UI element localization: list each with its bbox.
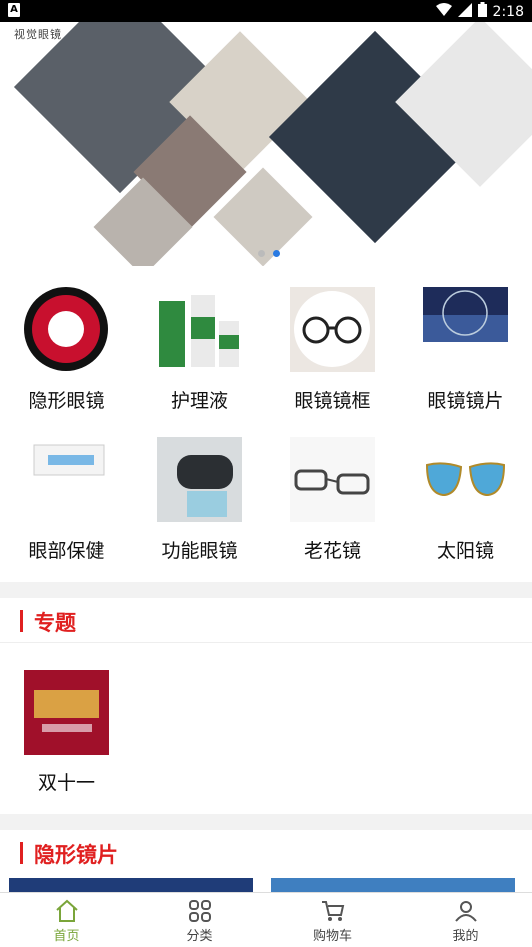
user-icon xyxy=(453,899,479,923)
category-label: 老花镜 xyxy=(303,540,361,562)
banner-pagination xyxy=(258,250,280,257)
wifi-icon xyxy=(435,2,452,21)
product-card-right[interactable] xyxy=(271,878,515,892)
battery-icon xyxy=(477,2,487,21)
category-glasses-frame[interactable]: 眼镜镜框 xyxy=(266,266,399,416)
status-bar: A 2:18 xyxy=(0,0,532,22)
glasses-frame-icon xyxy=(290,287,375,372)
section-title: 专题 xyxy=(34,611,76,635)
sunglasses-icon xyxy=(423,437,508,522)
topics-section: 专题 双十一 xyxy=(0,598,532,814)
pagination-dot[interactable] xyxy=(258,250,265,257)
category-grid-icon xyxy=(187,899,213,923)
category-label: 隐形眼镜 xyxy=(28,390,105,412)
category-label: 太阳镜 xyxy=(436,540,494,562)
product-card-left[interactable] xyxy=(9,878,253,892)
category-label: 眼部保健 xyxy=(28,540,105,562)
lens-icon xyxy=(423,287,508,372)
category-sunglasses[interactable]: 太阳镜 xyxy=(399,416,532,566)
eye-care-icon xyxy=(24,437,109,522)
category-contact-lens[interactable]: 隐形眼镜 xyxy=(0,266,133,416)
notification-icon: A xyxy=(8,3,20,17)
nav-home[interactable]: 首页 xyxy=(0,893,133,947)
nav-label: 首页 xyxy=(53,929,80,944)
nav-mine[interactable]: 我的 xyxy=(399,893,532,947)
category-functional-glasses[interactable]: 功能眼镜 xyxy=(133,416,266,566)
contact-lens-section: 隐形镜片 xyxy=(0,830,532,892)
category-label: 护理液 xyxy=(170,390,228,412)
section-header: 隐形镜片 xyxy=(0,830,532,874)
category-label: 功能眼镜 xyxy=(161,540,238,562)
banner-brand-text: 视觉眼镜 xyxy=(14,28,62,41)
section-title: 隐形镜片 xyxy=(34,843,118,867)
reading-glasses-icon xyxy=(290,437,375,522)
category-eye-care[interactable]: 眼部保健 xyxy=(0,416,133,566)
nav-label: 分类 xyxy=(186,929,213,944)
category-grid: 隐形眼镜 护理液 眼镜镜框 眼镜镜片 眼部保健 功能眼镜 老花镜 太阳镜 xyxy=(0,266,532,582)
section-header: 专题 xyxy=(0,598,532,643)
status-time: 2:18 xyxy=(492,3,524,20)
category-label: 眼镜镜框 xyxy=(294,390,371,412)
promo-banner[interactable]: 视觉眼镜 xyxy=(0,22,532,266)
cart-icon xyxy=(320,899,346,923)
category-lens[interactable]: 眼镜镜片 xyxy=(399,266,532,416)
nav-category[interactable]: 分类 xyxy=(133,893,266,947)
care-solution-icon xyxy=(157,287,242,372)
bottom-navigation: 首页 分类 购物车 我的 xyxy=(0,892,532,947)
home-icon xyxy=(54,899,80,923)
nav-label: 购物车 xyxy=(312,929,352,944)
section-accent-bar xyxy=(20,842,23,864)
pagination-dot-active[interactable] xyxy=(273,250,280,257)
category-label: 眼镜镜片 xyxy=(427,390,504,412)
nav-label: 我的 xyxy=(452,929,479,944)
contact-lens-icon xyxy=(24,287,109,372)
section-accent-bar xyxy=(20,610,23,632)
category-care-solution[interactable]: 护理液 xyxy=(133,266,266,416)
functional-glasses-icon xyxy=(157,437,242,522)
nav-cart[interactable]: 购物车 xyxy=(266,893,399,947)
signal-icon xyxy=(457,2,472,21)
topic-label[interactable]: 双十一 xyxy=(24,768,109,795)
topic-image[interactable] xyxy=(24,670,109,755)
category-reading-glasses[interactable]: 老花镜 xyxy=(266,416,399,566)
